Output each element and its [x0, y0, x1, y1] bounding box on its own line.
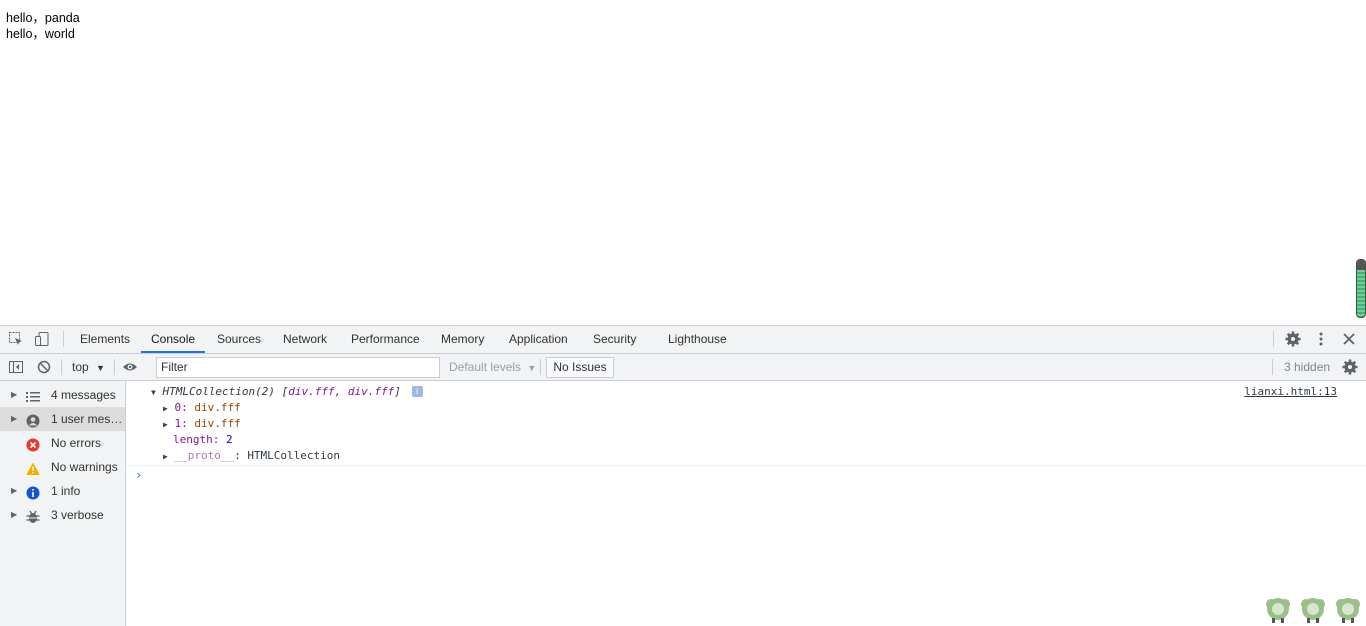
sidebar-item-warnings[interactable]: No warnings [0, 455, 125, 479]
preview-separator: , [334, 385, 348, 398]
decoration-sheep-icon [1333, 595, 1363, 623]
error-icon [26, 436, 40, 452]
filter-input[interactable] [157, 358, 431, 375]
expand-arrow-icon: ▶ [11, 510, 18, 519]
preview-item: div.fff [288, 385, 335, 398]
sidebar-item-label: No errors [51, 436, 102, 450]
chevron-down-icon: ▼ [96, 363, 105, 373]
entry-value: div.fff [194, 401, 241, 414]
entry-key: __proto__ [174, 449, 235, 462]
decoration-sheep-icon [1298, 595, 1328, 623]
tab-elements[interactable]: Elements [80, 326, 130, 353]
sidebar-item-label: No warnings [51, 460, 118, 474]
console-message: lianxi.html:13 ▼ HTMLCollection(2) [div.… [126, 381, 1366, 466]
tab-network[interactable]: Network [283, 326, 327, 353]
user-icon [26, 412, 40, 428]
tab-sources[interactable]: Sources [217, 326, 261, 353]
chevron-down-icon: ▼ [527, 363, 537, 373]
expand-arrow-icon: ▶ [163, 452, 168, 461]
decoration-sheep-icon [1263, 595, 1293, 623]
console-settings-gear-icon[interactable] [1342, 359, 1358, 375]
tab-memory[interactable]: Memory [441, 326, 484, 353]
more-options-icon[interactable] [1313, 331, 1329, 347]
object-name: HTMLCollection(2) [162, 385, 276, 398]
tab-lighthouse[interactable]: Lighthouse [668, 326, 727, 353]
sidebar-item-errors[interactable]: No errors [0, 431, 125, 455]
object-entry[interactable]: ▶ __proto__: HTMLCollection [163, 448, 340, 464]
entry-key: length [173, 433, 213, 446]
console-toolbar: top ▼ Default levels ▼ No Issues 3 hidde… [0, 354, 1366, 381]
source-link[interactable]: lianxi.html:13 [1244, 385, 1337, 398]
object-entry[interactable]: ▶ 1: div.fff [163, 416, 241, 432]
preview-item: div.fff [347, 385, 395, 398]
tab-application[interactable]: Application [509, 326, 568, 353]
entry-value: 2 [226, 433, 233, 446]
expand-arrow-icon: ▶ [163, 404, 168, 413]
device-toolbar-icon[interactable] [34, 331, 50, 347]
entry-value: HTMLCollection [247, 449, 341, 462]
sidebar-item-label: 1 info [51, 484, 81, 498]
sidebar-item-info[interactable]: ▶ 1 info [0, 479, 125, 503]
list-icon [26, 388, 40, 402]
clear-console-icon[interactable] [36, 359, 52, 375]
log-levels-dropdown[interactable]: Default levels ▼ [449, 354, 536, 380]
console-output: lianxi.html:13 ▼ HTMLCollection(2) [div.… [126, 381, 1366, 626]
info-icon [26, 484, 40, 500]
info-badge-icon[interactable]: i [411, 386, 423, 397]
tab-performance[interactable]: Performance [351, 326, 420, 353]
tab-security[interactable]: Security [593, 326, 636, 353]
page-content: hello，panda hello，world [0, 0, 1366, 325]
collapse-arrow-icon: ▼ [151, 388, 156, 397]
entry-value: div.fff [194, 417, 241, 430]
object-entry[interactable]: ▶ 0: div.fff [163, 400, 241, 416]
expand-arrow-icon: ▶ [11, 414, 18, 423]
settings-gear-icon[interactable] [1285, 331, 1301, 347]
bug-icon [26, 508, 40, 523]
expand-arrow-icon: ▶ [163, 420, 168, 429]
expand-arrow-icon: ▶ [11, 486, 18, 495]
sidebar-item-label: 1 user mess... [51, 412, 123, 426]
context-selector[interactable]: top ▼ [72, 354, 105, 380]
sidebar-item-messages[interactable]: ▶ 4 messages [0, 383, 125, 407]
devtools-tab-bar: Elements Console Sources Network Perform… [0, 326, 1366, 354]
sidebar-item-verbose[interactable]: ▶ 3 verbose [0, 503, 125, 527]
sidebar-toggle-icon[interactable] [8, 359, 24, 375]
inspect-element-icon[interactable] [8, 331, 24, 347]
expand-arrow-icon: ▶ [11, 390, 18, 399]
preview-close: ] [394, 385, 401, 398]
warning-icon [26, 460, 40, 475]
eye-icon[interactable] [122, 359, 138, 375]
devtools-panel: Elements Console Sources Network Perform… [0, 325, 1366, 626]
sidebar-item-label: 3 verbose [51, 508, 104, 522]
log-levels-label: Default levels [449, 360, 522, 374]
filter-box [156, 357, 440, 378]
tab-console[interactable]: Console [141, 326, 206, 353]
page-text-line-2: hello，world [6, 27, 75, 41]
context-label: top [72, 360, 89, 374]
sidebar-item-label: 4 messages [51, 388, 116, 402]
scroll-indicator[interactable] [1356, 259, 1366, 318]
object-header[interactable]: ▼ HTMLCollection(2) [div.fff, div.fff] i [151, 384, 423, 400]
issues-button[interactable]: No Issues [546, 357, 614, 378]
sidebar-item-user-messages[interactable]: ▶ 1 user mess... [0, 407, 125, 431]
object-entry: length: 2 [173, 433, 233, 446]
hidden-count: 3 hidden [1284, 360, 1331, 374]
console-prompt[interactable]: › [135, 468, 142, 482]
console-sidebar: ▶ 4 messages ▶ 1 user mess... No errors … [0, 381, 126, 626]
close-icon[interactable] [1341, 331, 1357, 347]
